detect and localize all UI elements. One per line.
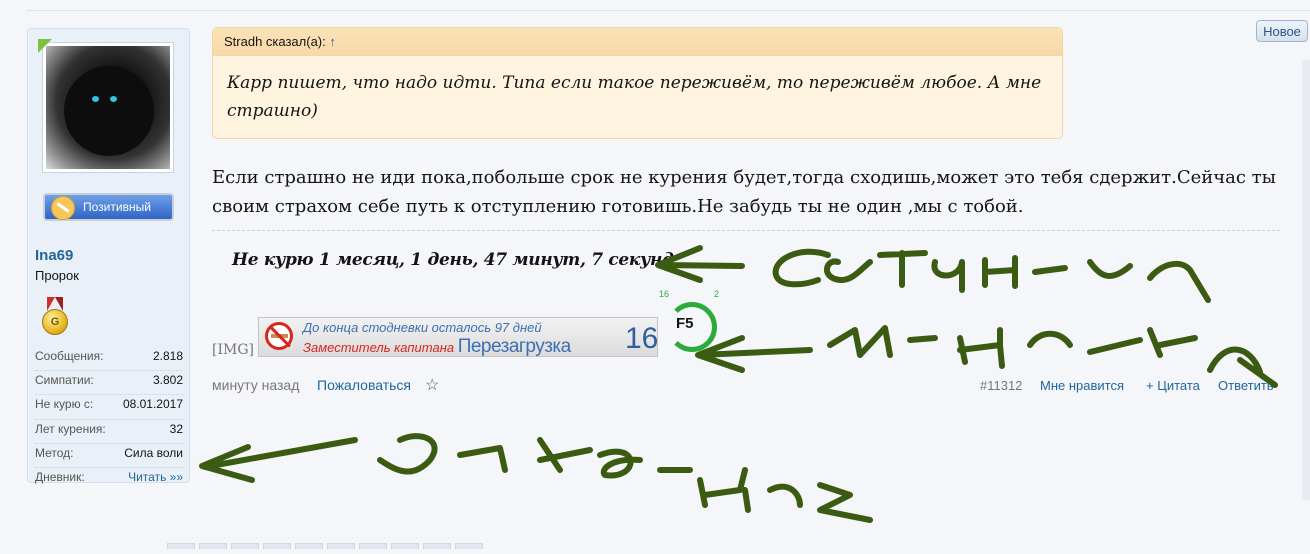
reputation-badge: Позитивный bbox=[43, 193, 174, 221]
positive-icon bbox=[51, 196, 75, 220]
stat-quit-date: Не курю с: 08.01.2017 bbox=[35, 395, 183, 420]
like-link[interactable]: Мне нравится bbox=[1040, 378, 1124, 393]
avatar-image bbox=[46, 46, 170, 169]
user-title: Пророк bbox=[35, 268, 79, 283]
signature-banner[interactable]: До конца стодневки осталось 97 дней Заме… bbox=[258, 317, 658, 357]
username[interactable]: Ina69 bbox=[35, 247, 73, 264]
banner-number: 16 bbox=[625, 322, 658, 355]
banner-line1: До конца стодневки осталось 97 дней bbox=[303, 320, 542, 335]
signature-divider bbox=[212, 230, 1280, 231]
user-stats: Сообщения: 2.818 Симпатии: 3.802 Не курю с… bbox=[35, 347, 183, 491]
medal-icon: G bbox=[40, 297, 70, 339]
badge-label: Позитивный bbox=[83, 200, 151, 214]
new-posts-button[interactable]: Новое bbox=[1256, 20, 1308, 42]
post-time[interactable]: минуту назад bbox=[212, 377, 299, 393]
quote-text: Карр пишет, что надо идти. Типа если так… bbox=[227, 73, 1042, 121]
quote-link[interactable]: + Цитата bbox=[1146, 378, 1200, 393]
no-smoking-icon bbox=[265, 322, 293, 350]
quote-author: Stradh сказал(а): bbox=[224, 34, 326, 49]
stat-method: Метод: Сила воли bbox=[35, 444, 183, 468]
quote-block: Stradh сказал(а): ↑ Карр пишет, что надо… bbox=[212, 27, 1063, 139]
banner-line2: Заместитель капитана Перезагрузка bbox=[303, 336, 571, 357]
scribble-word-line bbox=[827, 325, 1278, 388]
refresh-f5-icon[interactable]: F5 16 2 bbox=[659, 289, 719, 354]
pagination-strip bbox=[167, 536, 697, 549]
top-divider bbox=[26, 10, 1310, 11]
user-sidebar: Позитивный Ina69 Пророк G Сообщения: 2.81… bbox=[27, 28, 190, 484]
scrollbar-track[interactable] bbox=[1302, 60, 1310, 500]
quit-counter: Не курю 1 месяц, 1 день, 47 минут, 7 сек… bbox=[232, 250, 674, 270]
img-tag: [IMG] bbox=[212, 342, 254, 358]
quote-header: Stradh сказал(а): ↑ bbox=[213, 28, 1062, 56]
report-link[interactable]: Пожаловаться bbox=[317, 377, 411, 393]
diary-link[interactable]: Читать »» bbox=[128, 468, 183, 491]
online-indicator-icon bbox=[38, 39, 52, 53]
stat-messages: Сообщения: 2.818 bbox=[35, 347, 183, 372]
arrow-to-diary bbox=[199, 437, 358, 483]
scribble-word-counter bbox=[772, 248, 1211, 303]
bookmark-star-icon[interactable]: ☆ bbox=[425, 375, 439, 395]
reply-link[interactable]: Ответить bbox=[1218, 378, 1274, 393]
post-number[interactable]: #11312 bbox=[980, 378, 1022, 393]
stat-diary: Дневник: Читать »» bbox=[35, 468, 183, 491]
stat-smoking-years: Лет курения: 32 bbox=[35, 420, 183, 444]
avatar[interactable] bbox=[42, 42, 174, 173]
post-message: Если страшно не иди пока,побольше срок н… bbox=[212, 167, 1276, 217]
go-to-quote-icon[interactable]: ↑ bbox=[329, 34, 336, 49]
scribble-word-diary bbox=[377, 433, 873, 523]
stat-likes: Симпатии: 3.802 bbox=[35, 371, 183, 396]
